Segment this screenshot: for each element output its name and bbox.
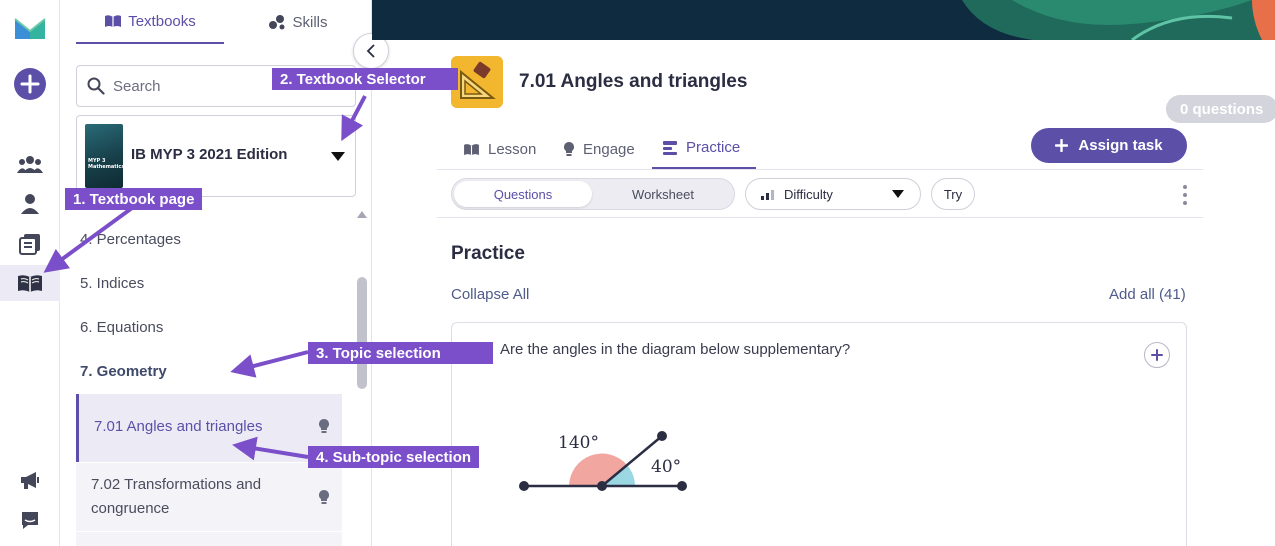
tabs-divider bbox=[437, 169, 1203, 170]
book-icon bbox=[464, 143, 479, 155]
annotation-textbook-page: 1. Textbook page bbox=[65, 188, 203, 210]
add-button[interactable] bbox=[0, 66, 60, 102]
rail-messages[interactable] bbox=[0, 502, 60, 538]
logo-m-icon bbox=[14, 18, 46, 39]
lesson-title: 7.01 Angles and triangles bbox=[519, 71, 748, 92]
collapse-all-link[interactable]: Collapse All bbox=[451, 286, 529, 303]
chevron-down-icon bbox=[892, 190, 904, 198]
difficulty-label: Difficulty bbox=[784, 186, 833, 202]
tab-skills[interactable]: Skills bbox=[224, 0, 372, 44]
question-count-badge[interactable]: 0 questions bbox=[1166, 95, 1275, 123]
signal-bars-icon bbox=[761, 190, 774, 200]
toolbar-divider bbox=[437, 217, 1203, 218]
skills-dots-icon bbox=[269, 15, 285, 30]
person-icon bbox=[21, 194, 39, 214]
textbook-title: IB MYP 3 2021 Edition bbox=[131, 146, 288, 163]
subtopic-label-line2: congruence bbox=[91, 500, 170, 517]
tab-practice[interactable]: Practice bbox=[652, 128, 756, 170]
add-all-link[interactable]: Add all (41) bbox=[1109, 286, 1186, 303]
subtopic-item-active[interactable]: 7.01 Angles and triangles bbox=[76, 394, 342, 462]
textbook-selector[interactable]: MYP 3 Mathematics IB MYP 3 2021 Edition bbox=[76, 115, 356, 197]
chapter-item[interactable]: 4. Percentages bbox=[80, 231, 181, 248]
tab-engage-label: Engage bbox=[583, 140, 635, 158]
angle-label-a: 140° bbox=[558, 433, 599, 453]
left-rail bbox=[0, 0, 60, 546]
more-options-icon[interactable] bbox=[1180, 185, 1190, 205]
annotation-topic-selection: 3. Topic selection bbox=[308, 342, 493, 364]
try-button[interactable]: Try bbox=[931, 178, 975, 210]
difficulty-dropdown[interactable]: Difficulty bbox=[745, 178, 921, 210]
tab-lesson-label: Lesson bbox=[488, 140, 537, 158]
chapter-item[interactable]: 5. Indices bbox=[80, 275, 144, 292]
chapter-item-selected[interactable]: 7. Geometry bbox=[80, 363, 167, 380]
chevron-down-icon[interactable] bbox=[331, 152, 345, 161]
tab-textbooks-label: Textbooks bbox=[128, 12, 196, 30]
books-stack-icon bbox=[19, 234, 40, 255]
add-circle-icon bbox=[14, 68, 46, 100]
question-card: Are the angles in the diagram below supp… bbox=[451, 322, 1187, 546]
subtopic-item[interactable] bbox=[76, 532, 342, 546]
search-icon bbox=[87, 77, 105, 95]
textbook-cover-text: MYP 3 Mathematics bbox=[88, 158, 123, 170]
plus-icon bbox=[1055, 139, 1069, 152]
questions-worksheet-toggle: Questions Worksheet bbox=[451, 178, 735, 210]
assign-task-label: Assign task bbox=[1078, 137, 1163, 154]
geometry-ruler-icon bbox=[460, 61, 496, 99]
angle-diagram: 140° 40° bbox=[519, 431, 687, 491]
scrollbar-thumb[interactable] bbox=[357, 277, 367, 389]
scroll-up-arrow-icon[interactable] bbox=[357, 211, 367, 218]
subtopic-label-line1: 7.02 Transformations and bbox=[91, 476, 262, 493]
segment-questions[interactable]: Questions bbox=[454, 181, 592, 207]
tab-lesson[interactable]: Lesson bbox=[463, 128, 536, 170]
rail-textbooks[interactable] bbox=[0, 265, 60, 301]
subtopic-label: 7.01 Angles and triangles bbox=[94, 418, 263, 435]
rail-announcements[interactable] bbox=[0, 462, 60, 498]
lightbulb-icon bbox=[319, 490, 329, 504]
question-text: Are the angles in the diagram below supp… bbox=[500, 341, 851, 358]
assign-task-button[interactable]: Assign task bbox=[1031, 128, 1187, 163]
classes-people-icon bbox=[17, 156, 43, 173]
textbook-cover: MYP 3 Mathematics bbox=[85, 124, 123, 188]
add-question-button[interactable] bbox=[1144, 342, 1170, 368]
rail-resources[interactable] bbox=[0, 226, 60, 262]
rail-profile[interactable] bbox=[0, 186, 60, 222]
megaphone-icon bbox=[21, 472, 39, 489]
chat-inbox-icon bbox=[22, 512, 38, 529]
annotation-textbook-selector: 2. Textbook Selector bbox=[272, 68, 458, 90]
lightbulb-icon bbox=[319, 419, 329, 433]
tab-practice-label: Practice bbox=[686, 139, 741, 156]
plus-icon bbox=[1151, 349, 1163, 361]
banner-decoration-graphic bbox=[962, 0, 1275, 40]
segment-worksheet[interactable]: Worksheet bbox=[594, 181, 732, 207]
rail-classes[interactable] bbox=[0, 146, 60, 182]
header-banner bbox=[372, 0, 1275, 40]
subtopic-item[interactable]: 7.02 Transformations and congruence bbox=[76, 463, 342, 531]
chapter-item[interactable]: 6. Equations bbox=[80, 319, 163, 336]
practice-heading: Practice bbox=[451, 243, 525, 264]
lesson-icon bbox=[451, 56, 503, 108]
annotation-subtopic-selection: 4. Sub-topic selection bbox=[308, 446, 480, 468]
lightbulb-icon bbox=[564, 142, 574, 156]
app-logo[interactable] bbox=[0, 10, 60, 46]
open-book-icon bbox=[18, 275, 42, 292]
tab-skills-label: Skills bbox=[292, 13, 328, 31]
angle-label-b: 40° bbox=[651, 457, 681, 477]
chevron-left-icon bbox=[366, 44, 375, 58]
practice-list-icon bbox=[663, 140, 677, 155]
tab-textbooks[interactable]: Textbooks bbox=[76, 0, 224, 44]
book-icon bbox=[105, 15, 122, 27]
tab-engage[interactable]: Engage bbox=[563, 128, 635, 170]
